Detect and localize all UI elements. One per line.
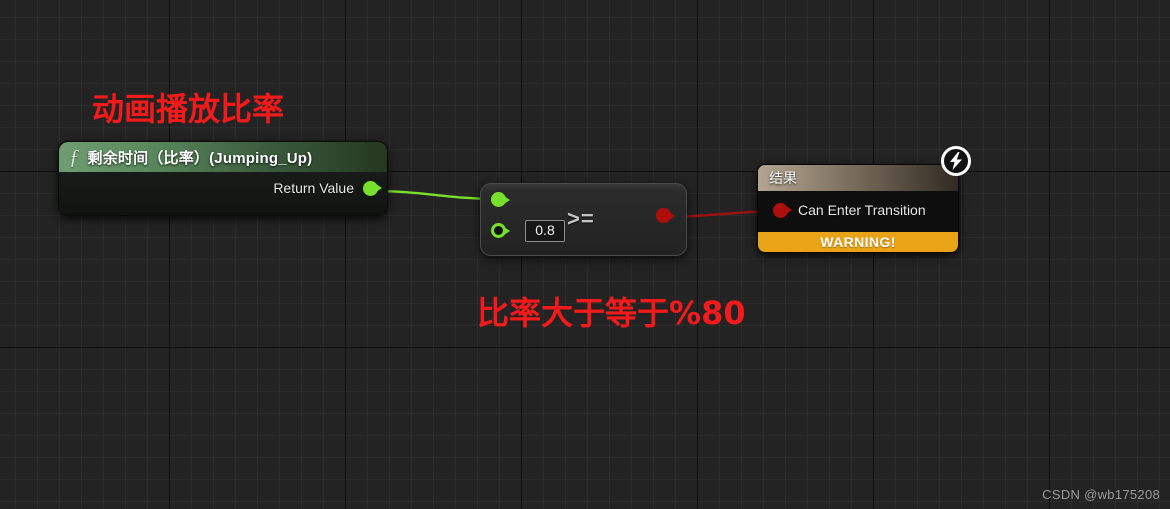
compare-node-greater-equal[interactable]: 0.8 >= (480, 183, 687, 256)
result-node[interactable]: 结果 Can Enter Transition WARNING! (757, 164, 959, 253)
can-enter-transition-input-pin[interactable] (773, 202, 792, 218)
compare-result-output-pin[interactable] (656, 208, 675, 223)
function-node-header: ƒ 剩余时间（比率）(Jumping_Up) (59, 142, 387, 172)
pin-arrow-icon (376, 184, 382, 192)
annotation-play-rate: 动画播放比率 (92, 90, 285, 128)
pin-arrow-icon (786, 206, 792, 214)
result-node-header: 结果 (758, 165, 958, 191)
return-value-output-pin[interactable] (363, 180, 382, 196)
function-node-title: 剩余时间（比率）(Jumping_Up) (87, 149, 313, 167)
function-node-body: Return Value (59, 172, 387, 215)
function-f-icon: ƒ (69, 144, 80, 169)
return-value-pin-row[interactable]: Return Value (273, 180, 382, 196)
function-node-remaining-time-ratio[interactable]: ƒ 剩余时间（比率）(Jumping_Up) Return Value (58, 141, 388, 216)
lightning-bolt-icon[interactable] (941, 146, 971, 176)
pin-arrow-icon (504, 226, 510, 235)
b-input-value-field[interactable]: 0.8 (525, 220, 565, 242)
compare-operator-label: >= (567, 206, 595, 231)
return-value-label: Return Value (273, 180, 354, 196)
b-input-pin[interactable] (491, 223, 510, 238)
float-wire[interactable] (374, 189, 498, 201)
a-input-pin[interactable] (491, 192, 510, 207)
pin-arrow-icon (669, 211, 675, 220)
pin-arrow-icon (504, 195, 510, 204)
can-enter-transition-pin-row[interactable]: Can Enter Transition (773, 202, 926, 218)
annotation-rate-threshold: 比率大于等于%80 (477, 294, 746, 332)
blueprint-graph-canvas[interactable]: ƒ 剩余时间（比率）(Jumping_Up) Return Value 0.8 … (0, 0, 1170, 509)
lightning-bolt-glyph (950, 152, 962, 170)
can-enter-transition-label: Can Enter Transition (798, 202, 926, 218)
result-node-title: 结果 (769, 170, 797, 186)
warning-status-label: WARNING! (820, 234, 896, 250)
watermark-text: CSDN @wb175208 (1042, 487, 1160, 502)
warning-status-banner: WARNING! (758, 232, 958, 252)
